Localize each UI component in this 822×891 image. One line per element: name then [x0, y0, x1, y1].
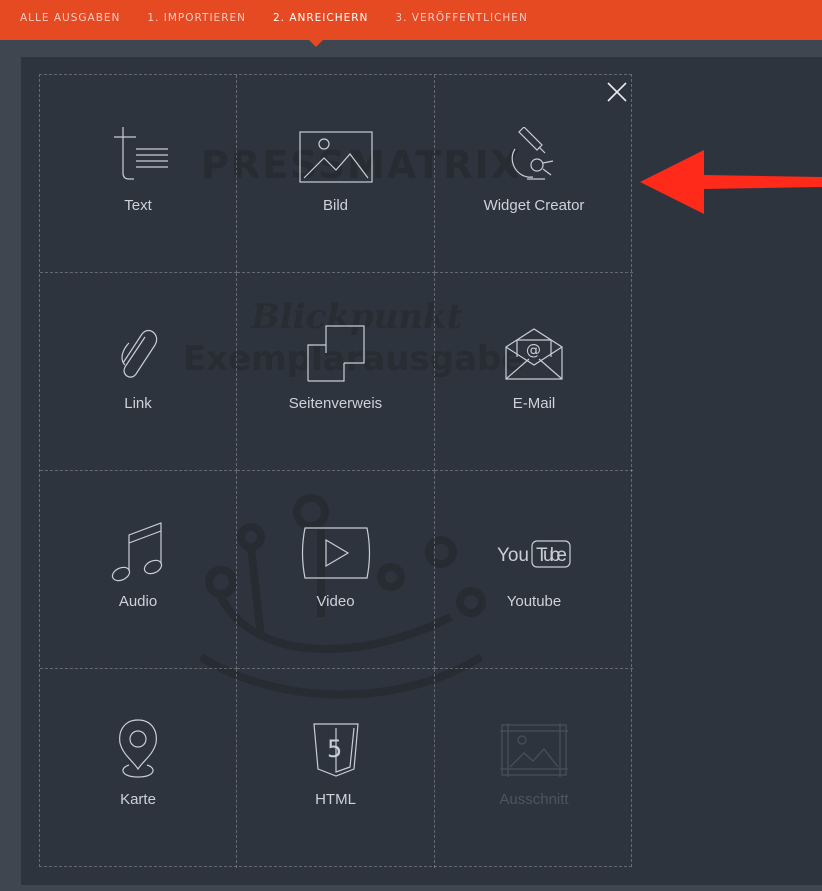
- tile-label: Text: [124, 197, 152, 214]
- microscope-icon: [511, 127, 554, 180]
- page-reference-icon: [306, 325, 365, 382]
- tile-crop: Ausschnitt: [435, 669, 633, 868]
- tile-youtube[interactable]: You Tube Youtube: [435, 471, 633, 669]
- tile-image[interactable]: Bild: [237, 75, 435, 273]
- nav-all-issues[interactable]: ALLE AUSGABEN: [20, 12, 120, 24]
- tile-label: Karte: [120, 791, 156, 808]
- tile-label: Ausschnitt: [499, 791, 569, 808]
- close-icon[interactable]: [605, 80, 629, 104]
- music-note-icon: [111, 522, 163, 582]
- tile-label: HTML: [315, 791, 356, 808]
- tile-video[interactable]: Video: [237, 471, 435, 669]
- video-play-icon: [301, 527, 370, 579]
- svg-text:5: 5: [327, 735, 342, 763]
- tile-map[interactable]: Karte: [40, 669, 237, 868]
- crop-icon: [500, 723, 568, 777]
- svg-text:Tube: Tube: [536, 545, 567, 566]
- tile-label: Bild: [322, 197, 348, 214]
- text-icon: [114, 127, 168, 180]
- nav-step-enrich[interactable]: 2. ANREICHERN: [273, 12, 368, 24]
- tile-text[interactable]: Text: [40, 75, 237, 273]
- nav-step-import[interactable]: 1. IMPORTIEREN: [147, 12, 246, 24]
- red-arrow-annotation: [640, 150, 822, 214]
- enrichment-menu-grid: Text Bild Widget Creator Link Seitenverw…: [39, 74, 633, 868]
- image-icon: [298, 131, 373, 183]
- html5-icon: 5: [312, 723, 359, 777]
- paperclip-icon: [121, 329, 158, 378]
- tile-widget-creator[interactable]: Widget Creator: [435, 75, 633, 273]
- tile-email[interactable]: @ E-Mail: [435, 273, 633, 471]
- active-step-caret: [309, 40, 323, 47]
- nav-step-publish[interactable]: 3. VERÖFFENTLICHEN: [395, 12, 527, 24]
- map-pin-icon: [119, 719, 157, 778]
- tile-label: Seitenverweis: [288, 395, 383, 412]
- tile-label: E-Mail: [512, 395, 556, 412]
- nav-steps: ALLE AUSGABEN 1. IMPORTIEREN 2. ANREICHE…: [0, 0, 822, 36]
- tile-link[interactable]: Link: [40, 273, 237, 471]
- youtube-icon: You Tube: [497, 540, 571, 568]
- tile-audio[interactable]: Audio: [40, 471, 237, 669]
- tile-label: Widget Creator: [483, 197, 585, 214]
- tile-label: Link: [124, 395, 152, 412]
- tile-label: Video: [316, 593, 355, 610]
- email-icon: @: [505, 328, 563, 380]
- tile-page-reference[interactable]: Seitenverweis: [237, 273, 435, 471]
- svg-text:@: @: [526, 341, 541, 359]
- tile-label: Youtube: [506, 593, 562, 610]
- svg-text:You: You: [497, 545, 529, 566]
- tile-label: Audio: [118, 593, 158, 610]
- tile-html[interactable]: 5 HTML: [237, 669, 435, 868]
- top-navigation: ALLE AUSGABEN 1. IMPORTIEREN 2. ANREICHE…: [0, 0, 822, 40]
